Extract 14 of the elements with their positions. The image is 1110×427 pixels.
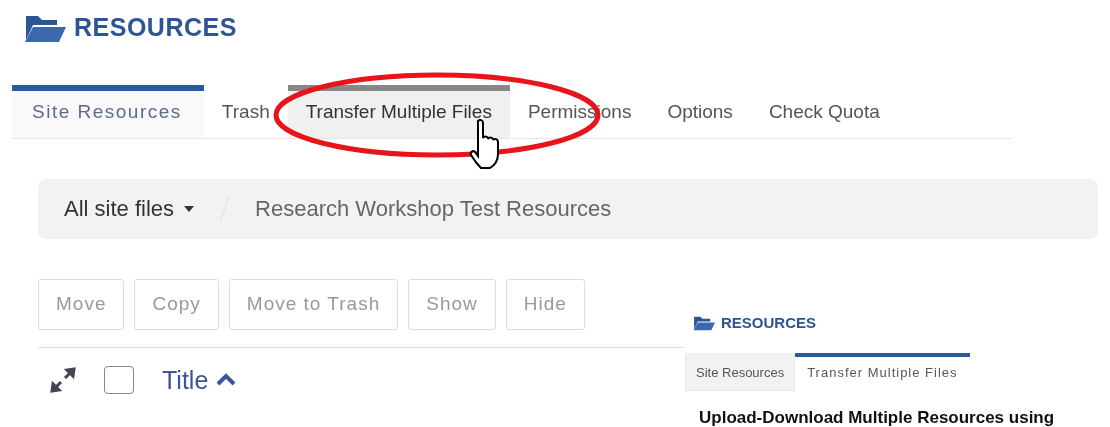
folder-icon <box>24 13 66 43</box>
folder-icon <box>693 315 715 332</box>
expand-icon[interactable] <box>50 367 76 394</box>
inset-title: RESOURCES <box>721 313 817 333</box>
title-column-header[interactable]: Title <box>162 361 237 400</box>
breadcrumb-current: Research Workshop Test Resources <box>255 195 612 224</box>
section-heading: Upload-Download Multiple Resources using <box>699 407 1056 427</box>
folder-dropdown[interactable]: All site files <box>64 192 195 226</box>
tab[interactable]: Transfer Multiple Files <box>287 85 510 138</box>
tab[interactable]: Site Resources <box>12 85 204 138</box>
tab[interactable]: Site Resources <box>685 352 796 391</box>
page-title: RESOURCES <box>74 12 237 44</box>
caret-icon <box>184 205 195 212</box>
select-all-checkbox[interactable] <box>104 366 134 395</box>
